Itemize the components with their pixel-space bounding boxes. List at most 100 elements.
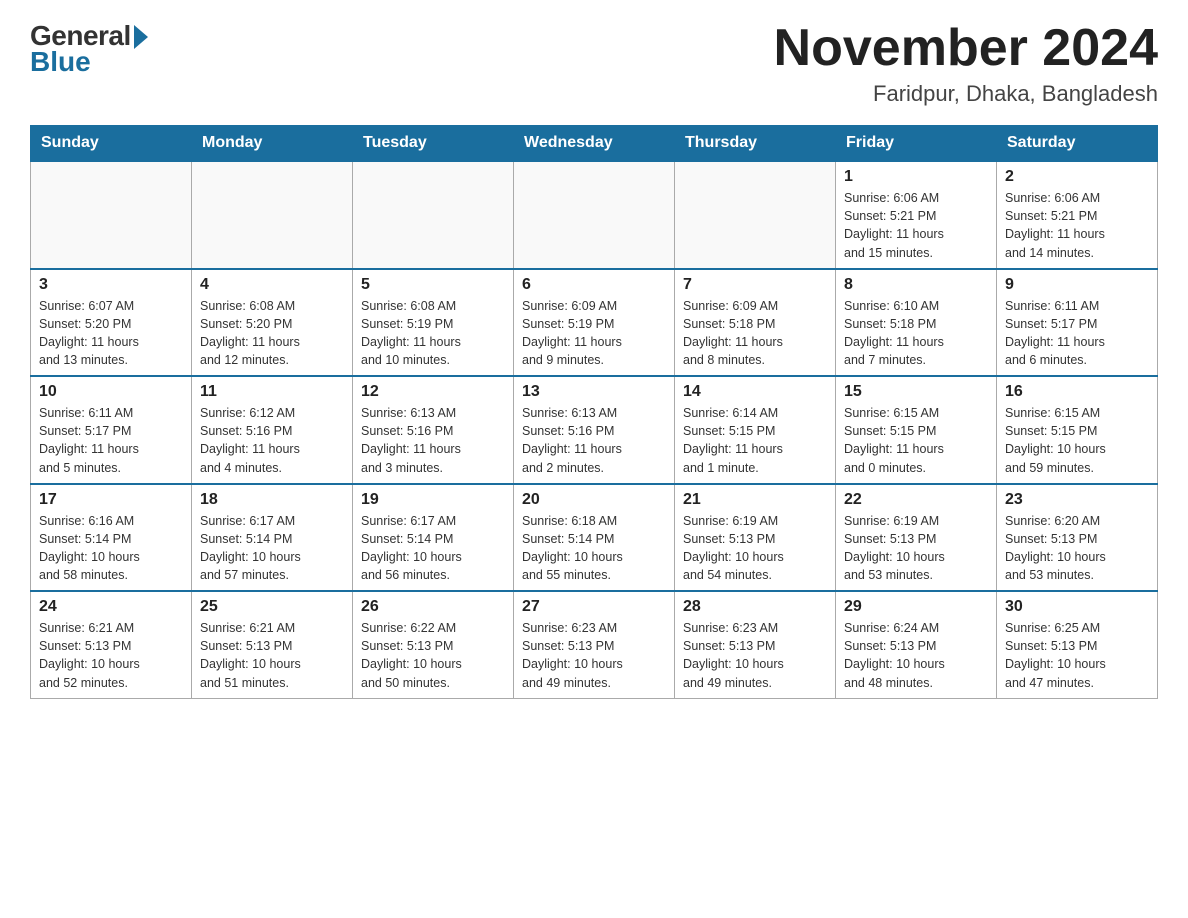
weekday-header-monday: Monday <box>192 126 353 162</box>
day-number: 25 <box>200 598 344 616</box>
day-number: 17 <box>39 491 183 509</box>
day-number: 22 <box>844 491 988 509</box>
week-row-1: 1Sunrise: 6:06 AM Sunset: 5:21 PM Daylig… <box>31 161 1158 269</box>
calendar-cell: 21 Sunrise: 6:19 AM Sunset: 5:13 PM Dayli… <box>675 484 836 592</box>
day-number: 13 <box>522 383 666 401</box>
day-info: Sunrise: 6:21 AM Sunset: 5:13 PM Dayligh… <box>39 619 183 692</box>
calendar-cell: 7 Sunrise: 6:09 AM Sunset: 5:18 PM Daylig… <box>675 269 836 377</box>
calendar-cell: 24 Sunrise: 6:21 AM Sunset: 5:13 PM Dayli… <box>31 591 192 698</box>
calendar-cell: 23 Sunrise: 6:20 AM Sunset: 5:13 PM Dayli… <box>997 484 1158 592</box>
calendar-cell <box>675 161 836 269</box>
day-info: Sunrise: 6:08 AM Sunset: 5:19 PM Dayligh… <box>361 297 505 370</box>
week-row-2: 3 Sunrise: 6:07 AM Sunset: 5:20 PM Daylig… <box>31 269 1158 377</box>
logo-blue-text: Blue <box>30 46 91 78</box>
calendar-cell: 12Sunrise: 6:13 AM Sunset: 5:16 PM Dayli… <box>353 376 514 484</box>
month-title: November 2024 <box>774 20 1158 77</box>
calendar-cell: 17 Sunrise: 6:16 AM Sunset: 5:14 PM Dayli… <box>31 484 192 592</box>
weekday-header-wednesday: Wednesday <box>514 126 675 162</box>
day-info: Sunrise: 6:09 AM Sunset: 5:18 PM Dayligh… <box>683 297 827 370</box>
calendar-cell: 27Sunrise: 6:23 AM Sunset: 5:13 PM Dayli… <box>514 591 675 698</box>
weekday-header-saturday: Saturday <box>997 126 1158 162</box>
day-number: 5 <box>361 276 505 294</box>
calendar-cell: 8Sunrise: 6:10 AM Sunset: 5:18 PM Daylig… <box>836 269 997 377</box>
calendar-cell: 11Sunrise: 6:12 AM Sunset: 5:16 PM Dayli… <box>192 376 353 484</box>
day-info: Sunrise: 6:11 AM Sunset: 5:17 PM Dayligh… <box>39 404 183 477</box>
day-info: Sunrise: 6:10 AM Sunset: 5:18 PM Dayligh… <box>844 297 988 370</box>
calendar-cell: 18 Sunrise: 6:17 AM Sunset: 5:14 PM Dayli… <box>192 484 353 592</box>
day-info: Sunrise: 6:17 AM Sunset: 5:14 PM Dayligh… <box>200 512 344 585</box>
day-info: Sunrise: 6:09 AM Sunset: 5:19 PM Dayligh… <box>522 297 666 370</box>
calendar-cell: 16 Sunrise: 6:15 AM Sunset: 5:15 PM Dayli… <box>997 376 1158 484</box>
day-number: 23 <box>1005 491 1149 509</box>
day-info: Sunrise: 6:07 AM Sunset: 5:20 PM Dayligh… <box>39 297 183 370</box>
day-number: 26 <box>361 598 505 616</box>
calendar-cell: 9 Sunrise: 6:11 AM Sunset: 5:17 PM Daylig… <box>997 269 1158 377</box>
day-number: 28 <box>683 598 827 616</box>
day-info: Sunrise: 6:25 AM Sunset: 5:13 PM Dayligh… <box>1005 619 1149 692</box>
day-number: 21 <box>683 491 827 509</box>
calendar-cell: 30 Sunrise: 6:25 AM Sunset: 5:13 PM Dayli… <box>997 591 1158 698</box>
calendar-table: SundayMondayTuesdayWednesdayThursdayFrid… <box>30 125 1158 699</box>
calendar-cell: 6 Sunrise: 6:09 AM Sunset: 5:19 PM Daylig… <box>514 269 675 377</box>
day-info: Sunrise: 6:14 AM Sunset: 5:15 PM Dayligh… <box>683 404 827 477</box>
calendar-cell: 3 Sunrise: 6:07 AM Sunset: 5:20 PM Daylig… <box>31 269 192 377</box>
day-number: 7 <box>683 276 827 294</box>
day-info: Sunrise: 6:15 AM Sunset: 5:15 PM Dayligh… <box>844 404 988 477</box>
day-number: 18 <box>200 491 344 509</box>
calendar-cell: 13 Sunrise: 6:13 AM Sunset: 5:16 PM Dayli… <box>514 376 675 484</box>
calendar-cell: 29Sunrise: 6:24 AM Sunset: 5:13 PM Dayli… <box>836 591 997 698</box>
day-info: Sunrise: 6:19 AM Sunset: 5:13 PM Dayligh… <box>844 512 988 585</box>
weekday-header-tuesday: Tuesday <box>353 126 514 162</box>
page-header: General Blue November 2024 Faridpur, Dha… <box>30 20 1158 107</box>
logo: General Blue <box>30 20 148 78</box>
day-number: 6 <box>522 276 666 294</box>
calendar-cell: 19 Sunrise: 6:17 AM Sunset: 5:14 PM Dayli… <box>353 484 514 592</box>
day-number: 10 <box>39 383 183 401</box>
day-info: Sunrise: 6:17 AM Sunset: 5:14 PM Dayligh… <box>361 512 505 585</box>
calendar-cell: 20 Sunrise: 6:18 AM Sunset: 5:14 PM Dayli… <box>514 484 675 592</box>
weekday-header-row: SundayMondayTuesdayWednesdayThursdayFrid… <box>31 126 1158 162</box>
day-number: 30 <box>1005 598 1149 616</box>
calendar-cell: 14Sunrise: 6:14 AM Sunset: 5:15 PM Dayli… <box>675 376 836 484</box>
day-number: 24 <box>39 598 183 616</box>
day-info: Sunrise: 6:23 AM Sunset: 5:13 PM Dayligh… <box>522 619 666 692</box>
calendar-cell: 1Sunrise: 6:06 AM Sunset: 5:21 PM Daylig… <box>836 161 997 269</box>
calendar-cell: 4 Sunrise: 6:08 AM Sunset: 5:20 PM Daylig… <box>192 269 353 377</box>
day-number: 9 <box>1005 276 1149 294</box>
day-number: 16 <box>1005 383 1149 401</box>
day-number: 12 <box>361 383 505 401</box>
day-info: Sunrise: 6:22 AM Sunset: 5:13 PM Dayligh… <box>361 619 505 692</box>
location-text: Faridpur, Dhaka, Bangladesh <box>774 81 1158 107</box>
weekday-header-friday: Friday <box>836 126 997 162</box>
day-number: 20 <box>522 491 666 509</box>
day-info: Sunrise: 6:16 AM Sunset: 5:14 PM Dayligh… <box>39 512 183 585</box>
calendar-cell: 10 Sunrise: 6:11 AM Sunset: 5:17 PM Dayli… <box>31 376 192 484</box>
title-area: November 2024 Faridpur, Dhaka, Banglades… <box>774 20 1158 107</box>
calendar-cell: 28Sunrise: 6:23 AM Sunset: 5:13 PM Dayli… <box>675 591 836 698</box>
calendar-cell <box>353 161 514 269</box>
calendar-cell <box>514 161 675 269</box>
day-number: 3 <box>39 276 183 294</box>
day-number: 29 <box>844 598 988 616</box>
day-info: Sunrise: 6:19 AM Sunset: 5:13 PM Dayligh… <box>683 512 827 585</box>
day-info: Sunrise: 6:06 AM Sunset: 5:21 PM Dayligh… <box>1005 189 1149 262</box>
calendar-cell: 15 Sunrise: 6:15 AM Sunset: 5:15 PM Dayli… <box>836 376 997 484</box>
day-number: 15 <box>844 383 988 401</box>
day-info: Sunrise: 6:08 AM Sunset: 5:20 PM Dayligh… <box>200 297 344 370</box>
calendar-cell: 5 Sunrise: 6:08 AM Sunset: 5:19 PM Daylig… <box>353 269 514 377</box>
day-number: 19 <box>361 491 505 509</box>
day-number: 11 <box>200 383 344 401</box>
day-info: Sunrise: 6:21 AM Sunset: 5:13 PM Dayligh… <box>200 619 344 692</box>
calendar-cell: 26 Sunrise: 6:22 AM Sunset: 5:13 PM Dayli… <box>353 591 514 698</box>
day-info: Sunrise: 6:20 AM Sunset: 5:13 PM Dayligh… <box>1005 512 1149 585</box>
day-info: Sunrise: 6:18 AM Sunset: 5:14 PM Dayligh… <box>522 512 666 585</box>
weekday-header-sunday: Sunday <box>31 126 192 162</box>
calendar-cell: 22 Sunrise: 6:19 AM Sunset: 5:13 PM Dayli… <box>836 484 997 592</box>
day-info: Sunrise: 6:13 AM Sunset: 5:16 PM Dayligh… <box>522 404 666 477</box>
day-number: 4 <box>200 276 344 294</box>
day-info: Sunrise: 6:15 AM Sunset: 5:15 PM Dayligh… <box>1005 404 1149 477</box>
logo-arrow-icon <box>134 25 148 49</box>
calendar-cell: 25 Sunrise: 6:21 AM Sunset: 5:13 PM Dayli… <box>192 591 353 698</box>
day-info: Sunrise: 6:06 AM Sunset: 5:21 PM Dayligh… <box>844 189 988 262</box>
day-info: Sunrise: 6:11 AM Sunset: 5:17 PM Dayligh… <box>1005 297 1149 370</box>
